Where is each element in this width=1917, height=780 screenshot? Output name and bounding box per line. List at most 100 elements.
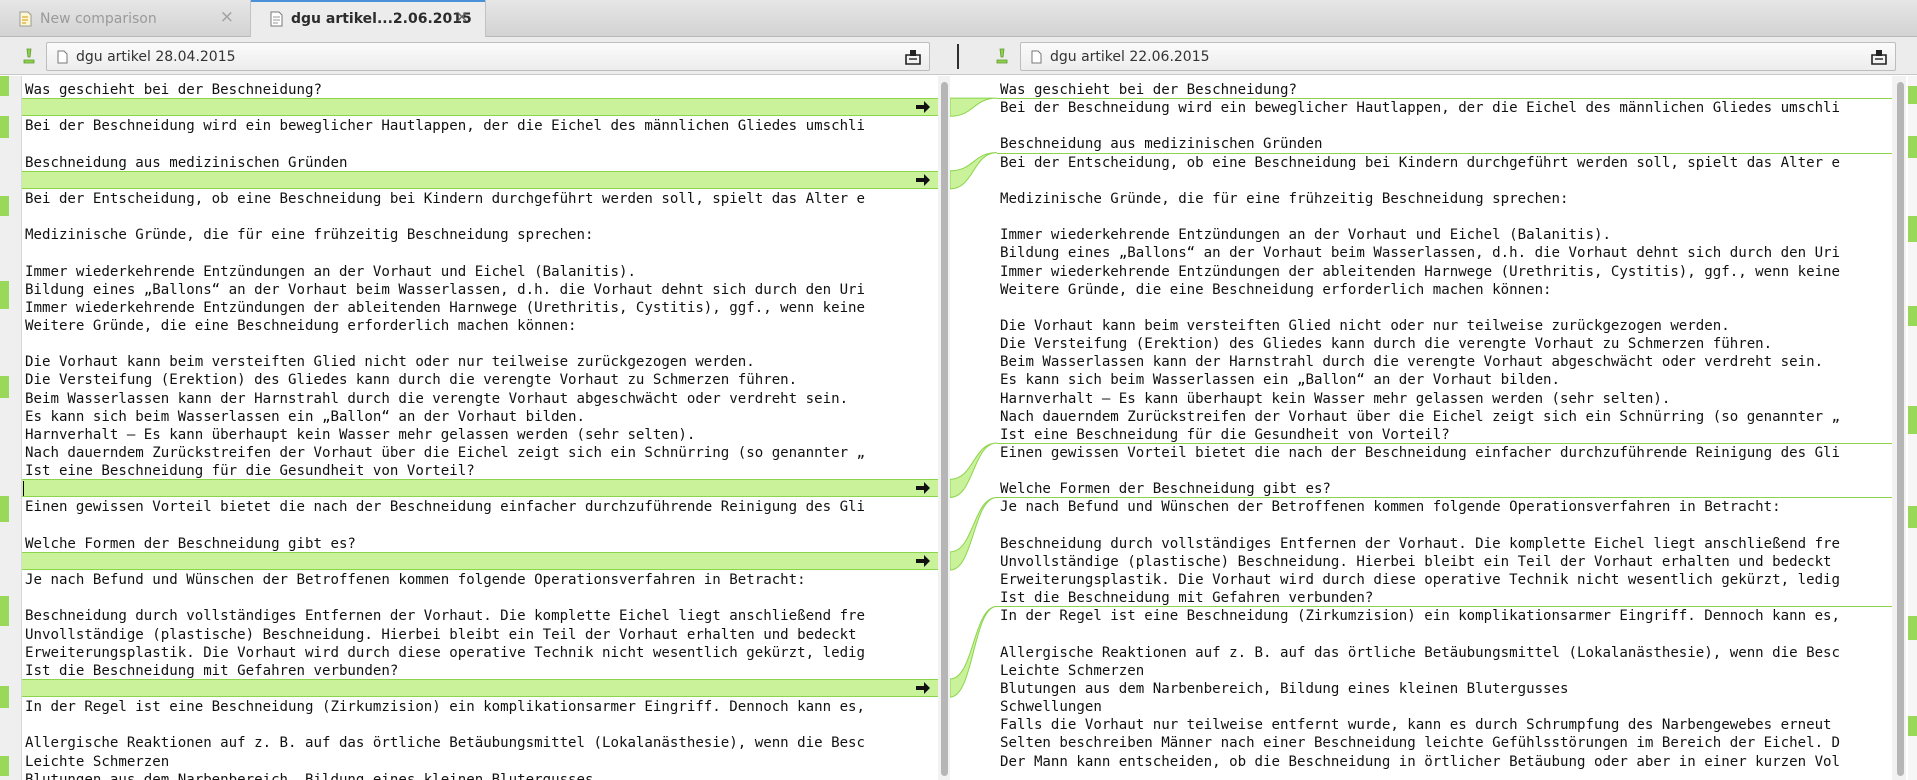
diff-insert-marker xyxy=(997,152,1892,154)
text-line: Unvollständige (plastische) Beschneidung… xyxy=(1000,553,1832,570)
diff-chunk xyxy=(22,98,938,117)
text-line: Bei der Entscheidung, ob eine Beschneidu… xyxy=(25,190,866,207)
text-line: Selten beschreiben Männer nach einer Bes… xyxy=(1000,735,1841,752)
tab-new-comparison[interactable]: New comparison × xyxy=(0,0,251,37)
text-line: Beim Wasserlassen kann der Harnstrahl du… xyxy=(1000,354,1824,371)
document-icon xyxy=(270,11,283,27)
text-line: Es kann sich beim Wasserlassen ein „Ball… xyxy=(25,408,586,425)
left-file-path[interactable]: dgu artikel 28.04.2015 xyxy=(46,42,930,71)
tab-label: dgu artikel...2.06.2015 xyxy=(291,11,472,27)
left-scrollbar[interactable] xyxy=(938,76,950,780)
diff-insert-marker xyxy=(997,606,1892,608)
push-right-arrow-icon[interactable] xyxy=(915,100,931,114)
text-line: Weitere Gründe, die eine Beschneidung er… xyxy=(1000,281,1552,298)
diff-chunk xyxy=(22,479,938,498)
text-line: Einen gewissen Vorteil bietet die nach d… xyxy=(1000,445,1841,461)
change-marker[interactable] xyxy=(1908,216,1917,242)
text-line: In der Regel ist eine Beschneidung (Zirk… xyxy=(25,699,866,716)
diff-insert-marker xyxy=(997,98,1892,100)
change-marker[interactable] xyxy=(1908,86,1917,104)
text-line: In der Regel ist eine Beschneidung (Zirk… xyxy=(1000,608,1841,625)
edit-icon[interactable] xyxy=(996,48,1008,64)
change-marker[interactable] xyxy=(0,376,9,398)
diff-chunk xyxy=(22,678,938,697)
close-tab-icon[interactable]: × xyxy=(220,9,234,26)
scrollbar-thumb[interactable] xyxy=(1897,82,1904,776)
save-icon[interactable] xyxy=(1871,49,1887,65)
change-marker[interactable] xyxy=(1908,616,1917,640)
text-line: Bei der Beschneidung wird ein bewegliche… xyxy=(1000,100,1841,117)
change-marker[interactable] xyxy=(1908,136,1917,158)
change-marker[interactable] xyxy=(0,686,9,708)
text-line: Beschneidung aus medizinischen Gründen xyxy=(1000,136,1323,153)
change-marker[interactable] xyxy=(0,76,9,96)
text-line: Immer wiederkehrende Entzündungen der ab… xyxy=(25,299,866,316)
text-line: Was geschieht bei der Beschneidung? xyxy=(25,82,322,98)
change-marker[interactable] xyxy=(0,116,9,138)
edit-icon[interactable] xyxy=(23,48,35,64)
text-line: Die Vorhaut kann beim versteiften Glied … xyxy=(25,354,755,371)
change-marker[interactable] xyxy=(0,281,9,309)
left-file-name: dgu artikel 28.04.2015 xyxy=(76,48,236,65)
text-line: Immer wiederkehrende Entzündungen der ab… xyxy=(1000,263,1841,280)
right-scrollbar[interactable] xyxy=(1892,76,1906,780)
change-marker[interactable] xyxy=(0,756,9,776)
text-line: Bei der Beschneidung wird ein bewegliche… xyxy=(25,118,866,135)
text-line: Harnverhalt – Es kann überhaupt kein Was… xyxy=(1000,390,1671,407)
tab-dgu-artikel[interactable]: dgu artikel...2.06.2015 × xyxy=(251,0,486,38)
diff-insert-marker xyxy=(997,497,1892,499)
text-line: Bildung eines „Ballons“ an der Vorhaut b… xyxy=(1000,245,1841,262)
text-line: Harnverhalt – Es kann überhaupt kein Was… xyxy=(25,426,696,443)
change-marker[interactable] xyxy=(0,496,9,522)
right-overview-gutter[interactable] xyxy=(1908,76,1917,780)
file-path-bar: dgu artikel 28.04.2015 dgu artikel 22.06… xyxy=(0,37,1917,75)
push-right-arrow-icon[interactable] xyxy=(915,681,931,695)
text-line: Nach dauerndem Zurückstreifen der Vorhau… xyxy=(25,445,866,461)
scrollbar-thumb[interactable] xyxy=(941,82,948,776)
text-line: Blutungen aus dem Narbenbereich, Bildung… xyxy=(1000,680,1569,697)
file-icon xyxy=(57,50,68,63)
diff-insert-marker xyxy=(997,443,1892,444)
change-marker[interactable] xyxy=(1908,506,1917,528)
diff-chunk xyxy=(22,170,938,189)
tab-bar: New comparison × dgu artikel...2.06.2015… xyxy=(0,0,1917,38)
push-right-arrow-icon[interactable] xyxy=(915,554,931,568)
text-line: Beschneidung durch vollständiges Entfern… xyxy=(1000,535,1841,552)
diff-link-curve xyxy=(950,605,997,698)
right-text-pane[interactable]: Was geschieht bei der Beschneidung? Bei d… xyxy=(997,76,1892,780)
text-line: Je nach Befund und Wünschen der Betroffe… xyxy=(1000,499,1781,516)
text-line: Beschneidung durch vollständiges Entfern… xyxy=(25,608,866,625)
right-file-path[interactable]: dgu artikel 22.06.2015 xyxy=(1020,42,1896,71)
change-marker[interactable] xyxy=(1908,406,1917,434)
text-line: Medizinische Gründe, die für eine frühze… xyxy=(25,227,594,244)
text-line: Welche Formen der Beschneidung gibt es? xyxy=(25,535,356,552)
text-line: Bei der Entscheidung, ob eine Beschneidu… xyxy=(1000,154,1841,171)
close-tab-icon[interactable]: × xyxy=(455,9,469,26)
text-line: Erweiterungsplastik. Die Vorhaut wird du… xyxy=(1000,572,1841,589)
save-icon[interactable] xyxy=(905,49,921,65)
change-marker[interactable] xyxy=(1908,716,1917,736)
left-overview-gutter[interactable] xyxy=(0,76,22,780)
left-text-pane[interactable]: Was geschieht bei der Beschneidung? Bei d… xyxy=(22,76,938,780)
text-cursor xyxy=(23,481,24,497)
diff-link-curve xyxy=(950,496,997,571)
tab-label: New comparison xyxy=(40,10,157,27)
push-right-arrow-icon[interactable] xyxy=(915,173,931,187)
text-line: Unvollständige (plastische) Beschneidung… xyxy=(25,626,857,643)
file-icon xyxy=(1031,50,1042,63)
text-line: Die Vorhaut kann beim versteiften Glied … xyxy=(1000,317,1730,334)
text-line: Ist eine Beschneidung für die Gesundheit… xyxy=(1000,426,1450,443)
push-right-arrow-icon[interactable] xyxy=(915,481,931,495)
text-line: Ist die Beschneidung mit Gefahren verbun… xyxy=(25,662,399,679)
change-marker[interactable] xyxy=(1908,306,1917,326)
change-marker[interactable] xyxy=(0,196,9,216)
text-line: Medizinische Gründe, die für eine frühze… xyxy=(1000,190,1569,207)
text-line: Falls die Vorhaut nur teilweise entfernt… xyxy=(1000,717,1832,734)
pane-separator xyxy=(957,44,959,69)
change-marker[interactable] xyxy=(0,596,9,626)
text-line: Immer wiederkehrende Entzündungen an der… xyxy=(1000,227,1611,244)
text-line: Beim Wasserlassen kann der Harnstrahl du… xyxy=(25,390,849,407)
text-line: Leichte Schmerzen xyxy=(25,753,170,770)
diff-link-curve xyxy=(950,97,997,117)
text-line: Erweiterungsplastik. Die Vorhaut wird du… xyxy=(25,644,866,661)
